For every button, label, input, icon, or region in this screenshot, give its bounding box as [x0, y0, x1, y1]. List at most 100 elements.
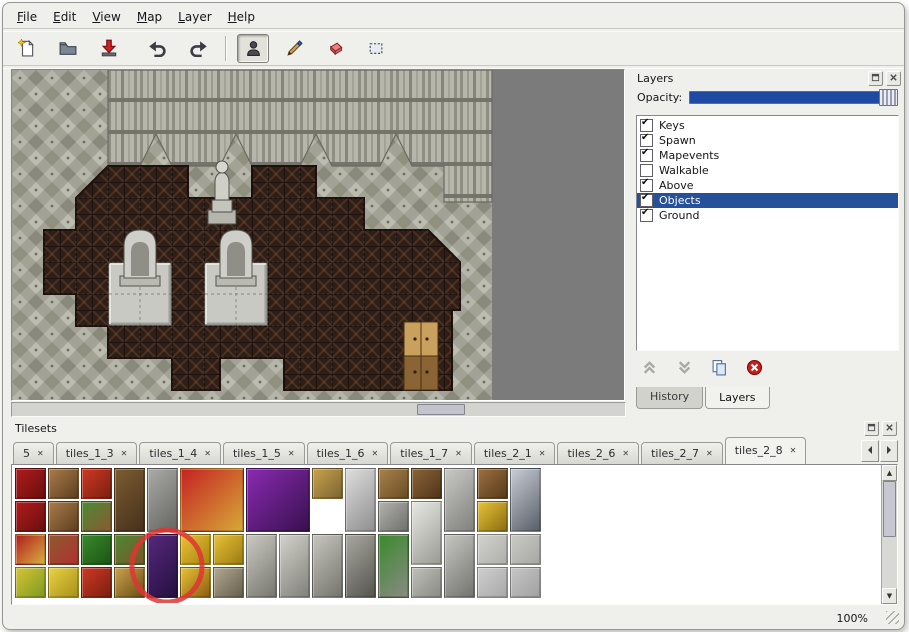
map-canvas[interactable] — [11, 69, 625, 401]
tile-key-gold[interactable] — [180, 534, 211, 565]
brush-tool-button[interactable] — [278, 34, 310, 63]
tile-plants-green[interactable] — [81, 534, 112, 565]
tile-loom-wood[interactable] — [48, 468, 79, 499]
delete-layer-button[interactable] — [744, 359, 764, 379]
tile-pedestal-stone[interactable] — [411, 567, 442, 598]
tile-flag-red[interactable] — [15, 501, 46, 532]
tile-scepter-gold[interactable] — [180, 567, 211, 598]
tile-plant-pot[interactable] — [81, 501, 112, 532]
menu-file[interactable]: File — [9, 8, 45, 26]
opacity-slider-handle[interactable] — [879, 89, 898, 106]
tab-close-icon[interactable]: ✕ — [372, 450, 379, 458]
tile-handle-gold[interactable] — [114, 567, 145, 598]
tile-statue-angel-2[interactable] — [312, 534, 343, 598]
tileset-tab-tiles_2_7[interactable]: tiles_2_7✕ — [641, 442, 723, 464]
tile-banner-red[interactable] — [15, 468, 46, 499]
undo-button[interactable] — [141, 34, 173, 63]
tileset-tab-tiles_1_6[interactable]: tiles_1_6✕ — [307, 442, 389, 464]
tile-banner-yellow[interactable] — [15, 567, 46, 598]
map-horizontal-scrollbar[interactable] — [11, 402, 626, 417]
layer-visibility-checkbox[interactable] — [640, 134, 653, 147]
tab-close-icon[interactable]: ✕ — [539, 450, 546, 458]
tile-door-gray[interactable] — [444, 468, 475, 532]
tile-crate-wood[interactable] — [378, 468, 409, 499]
scroll-down-button[interactable]: ▼ — [882, 588, 897, 604]
tab-close-icon[interactable]: ✕ — [790, 447, 797, 455]
menu-help[interactable]: Help — [220, 8, 263, 26]
layer-visibility-checkbox[interactable] — [640, 194, 653, 207]
menu-layer[interactable]: Layer — [170, 8, 219, 26]
layer-row-ground[interactable]: Ground — [637, 208, 898, 223]
layer-visibility-checkbox[interactable] — [640, 179, 653, 192]
tile-throne-red[interactable] — [180, 468, 244, 532]
tab-scroll-left-button[interactable] — [861, 440, 879, 462]
tile-gold-pile[interactable] — [477, 501, 508, 532]
eraser-tool-button[interactable] — [319, 34, 351, 63]
resize-grip[interactable] — [886, 611, 899, 624]
tile-tile-stone-4[interactable] — [510, 567, 541, 598]
tile-loom-frame[interactable] — [48, 501, 79, 532]
tab-close-icon[interactable]: ✕ — [622, 450, 629, 458]
tile-bananas[interactable] — [48, 567, 79, 598]
panel-tab-history[interactable]: History — [636, 387, 703, 409]
tile-pillar-stone[interactable] — [444, 534, 475, 598]
tileset-tab-tiles_2_6[interactable]: tiles_2_6✕ — [557, 442, 639, 464]
tilesets-close-button[interactable] — [882, 421, 897, 436]
layer-visibility-checkbox[interactable] — [640, 149, 653, 162]
tile-frame-gold[interactable] — [312, 468, 343, 499]
tile-barrel-stone[interactable] — [378, 501, 409, 532]
layers-close-button[interactable] — [886, 71, 901, 86]
layer-row-keys[interactable]: Keys — [637, 118, 898, 133]
tile-gargoyle[interactable] — [345, 534, 376, 598]
tile-pot-green[interactable] — [114, 534, 145, 565]
tile-tile-stone-2[interactable] — [510, 534, 541, 565]
tile-statue-angel[interactable] — [279, 534, 310, 598]
tile-tile-stone-1[interactable] — [477, 534, 508, 565]
opacity-slider[interactable] — [689, 91, 898, 104]
tile-cabinet-wood[interactable] — [114, 468, 145, 532]
layer-row-above[interactable]: Above — [637, 178, 898, 193]
redo-button[interactable] — [182, 34, 214, 63]
tileset-tab-5[interactable]: 5✕ — [13, 442, 54, 464]
tile-chest-wood[interactable] — [477, 468, 508, 499]
tileset-tab-tiles_1_3[interactable]: tiles_1_3✕ — [56, 442, 138, 464]
tileset-tab-tiles_1_4[interactable]: tiles_1_4✕ — [139, 442, 221, 464]
layer-row-walkable[interactable]: Walkable — [637, 163, 898, 178]
tile-pot-red-2[interactable] — [81, 567, 112, 598]
tile-door-purple[interactable] — [147, 534, 178, 598]
tile-door-white[interactable] — [345, 468, 376, 532]
layer-row-spawn[interactable]: Spawn — [637, 133, 898, 148]
scrollbar-thumb[interactable] — [883, 481, 896, 537]
tile-statue-robed[interactable] — [246, 534, 277, 598]
tile-throne-purple[interactable] — [246, 468, 310, 532]
layer-row-objects[interactable]: Objects — [637, 193, 898, 208]
tileset-tab-tiles_2_8[interactable]: tiles_2_8✕ — [725, 437, 807, 464]
menu-edit[interactable]: Edit — [45, 8, 84, 26]
object-tool-button[interactable] — [237, 34, 269, 63]
move-layer-up-button[interactable] — [639, 359, 659, 379]
layers-float-button[interactable] — [868, 71, 883, 86]
tileset-tab-tiles_2_1[interactable]: tiles_2_1✕ — [474, 442, 556, 464]
panel-tab-layers[interactable]: Layers — [705, 387, 769, 409]
save-map-button[interactable] — [93, 34, 125, 63]
tab-close-icon[interactable]: ✕ — [455, 450, 462, 458]
duplicate-layer-button[interactable] — [709, 359, 729, 379]
tileset-tab-tiles_1_7[interactable]: tiles_1_7✕ — [390, 442, 472, 464]
tab-close-icon[interactable]: ✕ — [204, 450, 211, 458]
move-layer-down-button[interactable] — [674, 359, 694, 379]
tab-close-icon[interactable]: ✕ — [706, 450, 713, 458]
tileset-vertical-scrollbar[interactable]: ▲ ▼ — [881, 465, 897, 604]
tile-bookshelf[interactable] — [48, 534, 79, 565]
selection-tool-button[interactable] — [360, 34, 392, 63]
tile-door-stone[interactable] — [147, 468, 178, 532]
tileset-tab-tiles_1_5[interactable]: tiles_1_5✕ — [223, 442, 305, 464]
open-map-button[interactable] — [52, 34, 84, 63]
tile-banner-cross[interactable] — [15, 534, 46, 565]
tile-plant-vase[interactable] — [378, 534, 409, 598]
tile-gold-nuggets[interactable] — [213, 534, 244, 565]
layer-visibility-checkbox[interactable] — [640, 164, 653, 177]
tile-pot-red[interactable] — [81, 468, 112, 499]
tab-scroll-right-button[interactable] — [880, 440, 898, 462]
menu-map[interactable]: Map — [129, 8, 170, 26]
tile-obelisk-white[interactable] — [411, 501, 442, 565]
